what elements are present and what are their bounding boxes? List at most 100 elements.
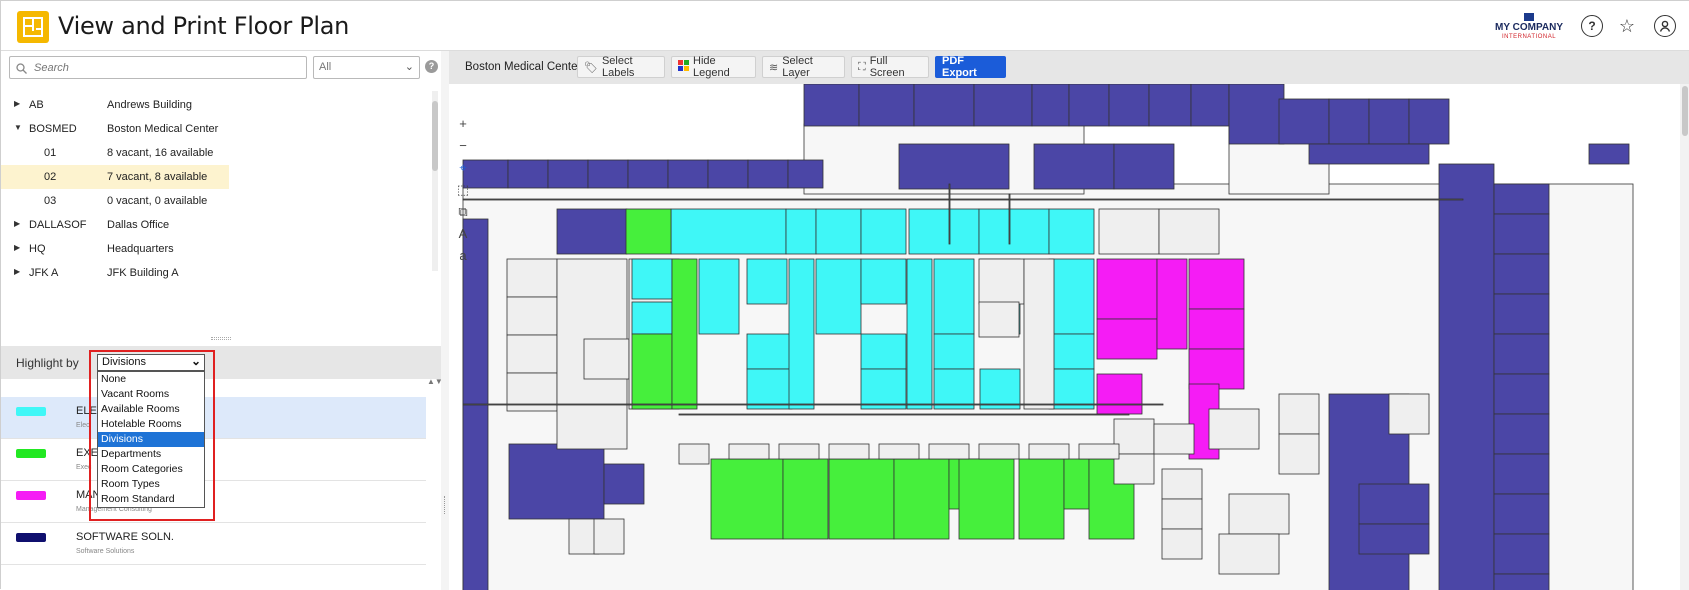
room[interactable] — [1228, 84, 1285, 145]
room[interactable] — [1096, 373, 1143, 415]
room[interactable] — [671, 258, 698, 410]
room[interactable] — [815, 258, 862, 335]
room[interactable] — [1368, 98, 1410, 145]
room[interactable] — [978, 258, 1025, 305]
select-layer-button[interactable]: ≋ Select Layer — [762, 55, 845, 79]
room[interactable] — [631, 333, 673, 410]
room[interactable] — [978, 301, 1020, 338]
help-icon[interactable]: ? — [1581, 15, 1603, 37]
panel-splitter[interactable] — [441, 51, 449, 590]
room[interactable] — [1188, 258, 1245, 310]
highlight-option[interactable]: Departments — [98, 447, 204, 462]
room[interactable] — [670, 208, 787, 255]
room[interactable] — [593, 518, 625, 555]
room[interactable] — [747, 159, 789, 189]
room[interactable] — [958, 458, 1015, 540]
room[interactable] — [1493, 493, 1550, 535]
room[interactable] — [893, 458, 950, 540]
search-help-icon[interactable]: ? — [425, 60, 438, 73]
room[interactable] — [1493, 373, 1550, 415]
splitter-grip[interactable] — [444, 496, 446, 514]
room[interactable] — [1096, 258, 1158, 320]
room[interactable] — [506, 334, 558, 374]
room[interactable] — [1161, 468, 1203, 500]
room[interactable] — [858, 84, 915, 127]
room[interactable] — [547, 159, 589, 189]
highlight-option[interactable]: Room Standard — [98, 492, 204, 507]
room[interactable] — [1358, 523, 1430, 555]
highlight-option[interactable]: None — [98, 372, 204, 387]
map-scrollbar-thumb[interactable] — [1682, 86, 1688, 136]
locate-icon[interactable]: ⌖ — [453, 157, 473, 179]
room[interactable] — [1018, 458, 1065, 540]
room[interactable] — [1493, 213, 1550, 255]
room[interactable] — [746, 258, 788, 305]
hide-legend-button[interactable]: Hide Legend — [671, 55, 756, 79]
tree-row[interactable]: 01 8 vacant, 16 available — [1, 141, 429, 165]
search-box[interactable] — [9, 56, 307, 79]
room[interactable] — [908, 208, 980, 255]
favorites-icon[interactable]: ☆ — [1616, 15, 1638, 37]
tree-row[interactable]: ▶ HQ Headquarters — [1, 237, 429, 261]
room[interactable] — [1031, 84, 1070, 127]
room[interactable] — [933, 258, 975, 335]
room[interactable] — [1161, 498, 1203, 530]
search-filter-select[interactable]: All ⌄ — [313, 56, 420, 79]
tree-row[interactable]: 03 0 vacant, 0 available — [1, 189, 429, 213]
room[interactable] — [1023, 258, 1055, 410]
room[interactable] — [1048, 258, 1095, 335]
room[interactable] — [1113, 453, 1155, 485]
room[interactable] — [556, 208, 628, 255]
room[interactable] — [1218, 533, 1280, 575]
room[interactable] — [1493, 333, 1550, 375]
caret-right-icon[interactable]: ▶ — [14, 99, 20, 108]
room[interactable] — [933, 333, 975, 370]
room[interactable] — [906, 258, 933, 410]
room[interactable] — [506, 296, 558, 336]
room[interactable] — [1048, 368, 1095, 410]
caret-down-icon[interactable]: ▼ — [14, 123, 22, 132]
select-labels-button[interactable]: 🏷 Select Labels — [577, 55, 665, 79]
room[interactable] — [1408, 98, 1450, 145]
floor-plan-canvas[interactable] — [449, 84, 1689, 590]
room[interactable] — [979, 368, 1021, 410]
room[interactable] — [667, 159, 709, 189]
corridor-line[interactable] — [462, 198, 1464, 201]
user-profile-icon[interactable] — [1654, 15, 1676, 37]
room[interactable] — [506, 258, 558, 298]
room[interactable] — [1098, 208, 1160, 255]
panel-resize-handle[interactable] — [211, 337, 231, 340]
room[interactable] — [1493, 413, 1550, 455]
room[interactable] — [1156, 258, 1188, 350]
room[interactable] — [707, 159, 749, 189]
tree-row[interactable]: 02 7 vacant, 8 available — [1, 165, 229, 189]
floor-plan-drawing[interactable] — [449, 84, 1689, 590]
corridor-line[interactable] — [1008, 193, 1011, 245]
map-scrollbar[interactable] — [1680, 84, 1689, 590]
room[interactable] — [878, 443, 920, 460]
room[interactable] — [978, 208, 1050, 255]
room[interactable] — [913, 84, 975, 127]
room[interactable] — [746, 368, 793, 410]
room[interactable] — [860, 368, 907, 410]
room[interactable] — [746, 333, 793, 370]
highlight-option[interactable]: Room Categories — [98, 462, 204, 477]
room[interactable] — [1048, 208, 1095, 255]
room[interactable] — [1493, 183, 1550, 215]
room[interactable] — [627, 159, 669, 189]
room[interactable] — [1278, 98, 1330, 145]
room[interactable] — [787, 159, 824, 189]
highlight-option[interactable]: Hotelable Rooms — [98, 417, 204, 432]
room[interactable] — [587, 159, 629, 189]
room[interactable] — [1108, 84, 1150, 127]
text-large-icon[interactable]: A — [453, 223, 473, 245]
room[interactable] — [1588, 143, 1630, 165]
room[interactable] — [603, 463, 645, 505]
legend-row[interactable]: MAN Management Consulting — [1, 481, 426, 523]
highlight-option[interactable]: Divisions — [98, 432, 204, 447]
room[interactable] — [1068, 84, 1110, 127]
room[interactable] — [933, 368, 975, 410]
tree-row[interactable]: ▶ DALLASOF Dallas Office — [1, 213, 429, 237]
room[interactable] — [1113, 418, 1155, 455]
room[interactable] — [631, 301, 673, 335]
